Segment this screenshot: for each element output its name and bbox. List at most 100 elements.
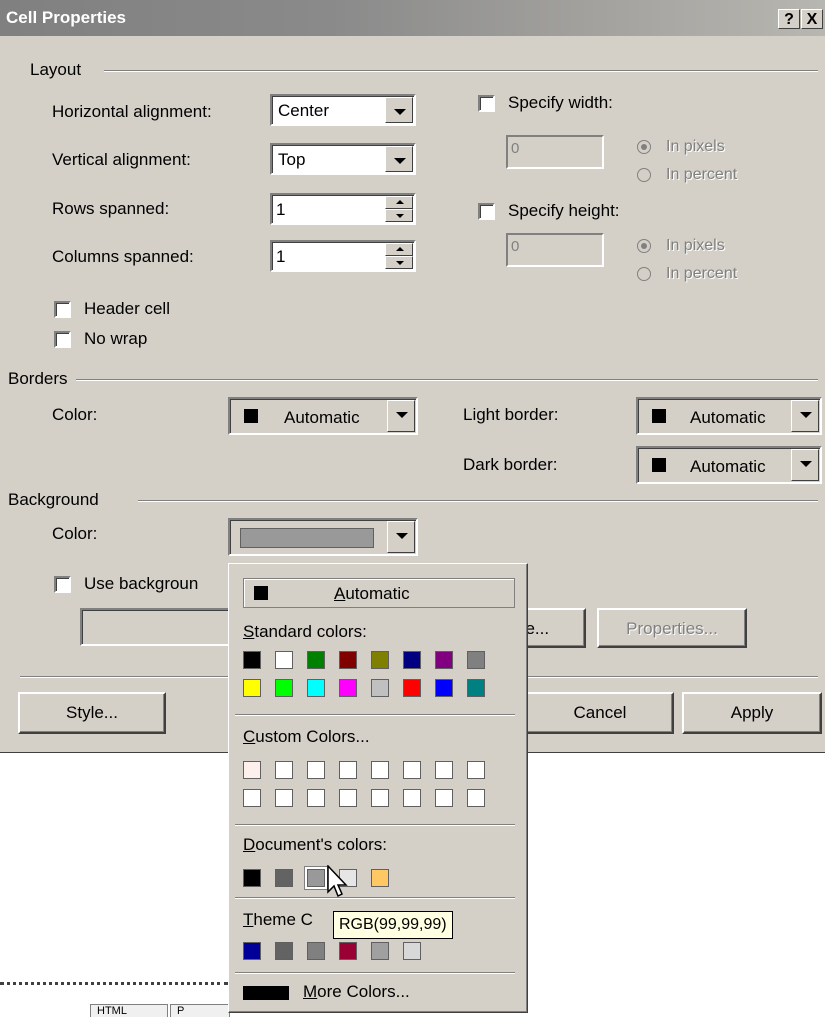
help-button[interactable]: ?	[778, 9, 800, 29]
chevron-down-icon[interactable]	[385, 97, 413, 123]
standard-color-swatch[interactable]	[339, 651, 357, 669]
standard-color-swatch[interactable]	[275, 679, 293, 697]
custom-color-swatch[interactable]	[275, 789, 293, 807]
background-color-select[interactable]	[228, 518, 418, 556]
dark-border-value: Automatic	[690, 457, 766, 476]
theme-color-swatch[interactable]	[275, 942, 293, 960]
custom-color-swatch[interactable]	[371, 789, 389, 807]
document-color-swatch[interactable]	[243, 869, 261, 887]
properties-button-label: Properties...	[626, 619, 718, 638]
theme-color-swatch[interactable]	[307, 942, 325, 960]
specify-height-checkbox[interactable]	[478, 203, 495, 220]
horizontal-alignment-value: Center	[278, 101, 330, 120]
custom-color-swatch[interactable]	[275, 761, 293, 779]
chevron-down-icon[interactable]	[387, 521, 415, 553]
properties-button[interactable]: Properties...	[597, 608, 747, 648]
custom-color-swatch[interactable]	[403, 761, 421, 779]
custom-color-swatch[interactable]	[339, 789, 357, 807]
standard-color-swatch[interactable]	[371, 679, 389, 697]
standard-color-swatch[interactable]	[467, 651, 485, 669]
document-color-swatch[interactable]	[305, 867, 327, 889]
custom-color-swatch[interactable]	[403, 789, 421, 807]
horizontal-alignment-select[interactable]: Center	[270, 94, 416, 126]
custom-color-swatch[interactable]	[307, 761, 325, 779]
rows-spinner[interactable]	[385, 196, 413, 222]
custom-color-swatch[interactable]	[339, 761, 357, 779]
dark-border-label: Dark border:	[463, 455, 558, 474]
border-color-select[interactable]: Automatic	[228, 397, 418, 435]
custom-color-swatch[interactable]	[243, 761, 261, 779]
specify-width-checkbox[interactable]	[478, 95, 495, 112]
header-cell-label: Header cell	[84, 299, 170, 318]
standard-color-swatch[interactable]	[467, 679, 485, 697]
custom-color-swatch[interactable]	[467, 789, 485, 807]
standard-color-swatch[interactable]	[403, 651, 421, 669]
vertical-alignment-select[interactable]: Top	[270, 143, 416, 175]
spin-down-icon[interactable]	[385, 209, 413, 222]
chevron-down-icon[interactable]	[387, 400, 415, 432]
rows-spanned-stepper[interactable]: 1	[270, 193, 416, 225]
chevron-down-icon[interactable]	[791, 400, 819, 432]
cancel-button[interactable]: Cancel	[526, 692, 674, 734]
standard-color-swatch[interactable]	[435, 679, 453, 697]
standard-color-swatch[interactable]	[371, 651, 389, 669]
custom-color-swatch[interactable]	[371, 761, 389, 779]
standard-color-swatch[interactable]	[307, 679, 325, 697]
custom-color-swatch[interactable]	[435, 761, 453, 779]
height-value: 0	[511, 238, 520, 255]
theme-color-swatch[interactable]	[403, 942, 421, 960]
document-color-swatch[interactable]	[371, 869, 389, 887]
width-in-pixels-radio[interactable]	[637, 140, 651, 154]
columns-spinner[interactable]	[385, 243, 413, 269]
theme-color-swatch[interactable]	[243, 942, 261, 960]
theme-color-swatch[interactable]	[371, 942, 389, 960]
standard-color-swatch[interactable]	[403, 679, 421, 697]
chevron-down-icon[interactable]	[385, 146, 413, 172]
spin-up-icon[interactable]	[385, 243, 413, 256]
color-swatch-icon	[254, 586, 268, 600]
automatic-color-option[interactable]: Automatic	[243, 578, 515, 608]
standard-color-swatch[interactable]	[275, 651, 293, 669]
custom-color-swatch[interactable]	[307, 789, 325, 807]
window-title: Cell Properties	[6, 8, 126, 27]
title-bar[interactable]: Cell Properties ? X	[0, 0, 825, 36]
height-in-pixels-radio[interactable]	[637, 239, 651, 253]
custom-color-swatch[interactable]	[435, 789, 453, 807]
chevron-down-icon[interactable]	[791, 449, 819, 481]
standard-color-swatch[interactable]	[243, 651, 261, 669]
close-button[interactable]: X	[801, 9, 823, 29]
width-input[interactable]: 0	[506, 135, 604, 169]
custom-color-swatch[interactable]	[467, 761, 485, 779]
tab-preview[interactable]: P	[170, 1004, 230, 1017]
background-divider	[138, 500, 818, 502]
width-in-percent-radio[interactable]	[637, 168, 651, 182]
columns-spanned-stepper[interactable]: 1	[270, 240, 416, 272]
standard-color-swatch[interactable]	[243, 679, 261, 697]
background-image-path-input[interactable]	[80, 608, 230, 646]
layout-group-label: Layout	[30, 60, 82, 79]
tab-html[interactable]: HTML	[90, 1004, 168, 1017]
light-border-select[interactable]: Automatic	[636, 397, 822, 435]
use-background-image-checkbox[interactable]	[54, 576, 71, 593]
width-in-pixels-label: In pixels	[666, 138, 725, 155]
height-in-percent-radio[interactable]	[637, 267, 651, 281]
standard-color-swatch[interactable]	[339, 679, 357, 697]
dark-border-select[interactable]: Automatic	[636, 446, 822, 484]
height-input[interactable]: 0	[506, 233, 604, 267]
custom-colors-option[interactable]: Custom Colors...	[243, 727, 370, 747]
header-cell-checkbox[interactable]	[54, 301, 71, 318]
vertical-alignment-label: Vertical alignment:	[52, 150, 191, 169]
width-in-percent-label: In percent	[666, 166, 738, 183]
more-colors-option[interactable]: More Colors...	[303, 982, 410, 1002]
style-button[interactable]: Style...	[18, 692, 166, 734]
document-color-swatch[interactable]	[275, 869, 293, 887]
apply-button[interactable]: Apply	[682, 692, 822, 734]
standard-color-swatch[interactable]	[307, 651, 325, 669]
theme-color-swatch[interactable]	[339, 942, 357, 960]
no-wrap-checkbox[interactable]	[54, 331, 71, 348]
standard-color-swatch[interactable]	[435, 651, 453, 669]
cancel-button-label: Cancel	[573, 703, 627, 722]
spin-down-icon[interactable]	[385, 256, 413, 269]
custom-color-swatch[interactable]	[243, 789, 261, 807]
spin-up-icon[interactable]	[385, 196, 413, 209]
